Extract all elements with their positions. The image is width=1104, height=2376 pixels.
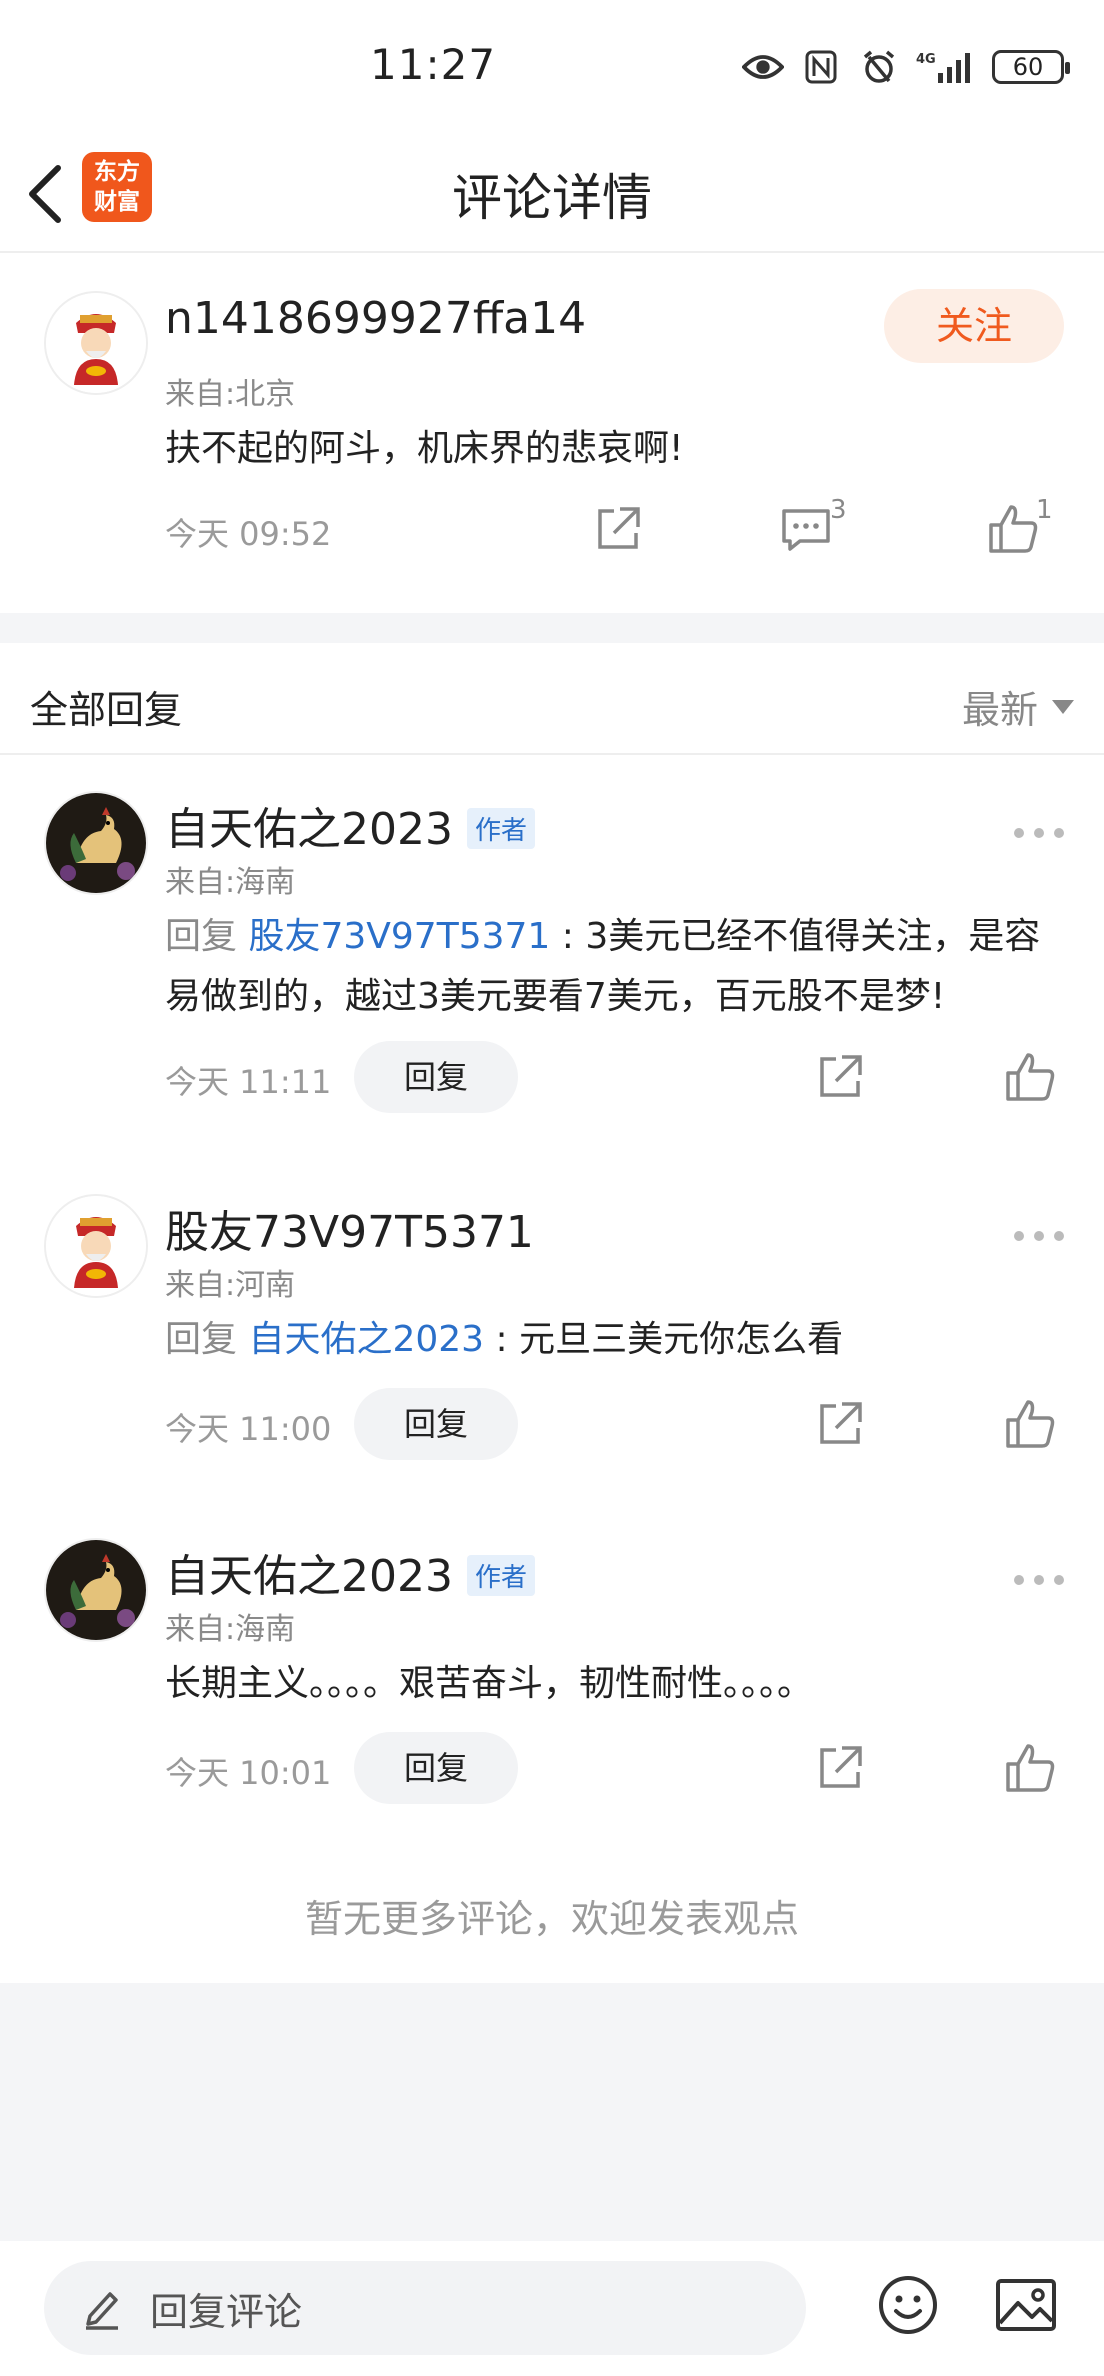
- rooster-avatar-icon: [46, 793, 146, 893]
- comment-count: 3: [830, 495, 847, 525]
- status-bar: 11:27 4G 60: [0, 0, 1104, 130]
- avatar[interactable]: [44, 1194, 148, 1298]
- content-line1: : 元旦三美元你怎么看: [484, 1319, 844, 1360]
- more-options-icon[interactable]: [1014, 1570, 1064, 1590]
- signal-4g-icon: 4G: [916, 47, 976, 87]
- mention-link[interactable]: 自天佑之2023: [248, 1319, 484, 1360]
- avatar[interactable]: [44, 291, 148, 395]
- username-text: 自天佑之2023: [165, 804, 453, 855]
- like-icon[interactable]: [1002, 1396, 1058, 1452]
- location: 来自:河南: [165, 1268, 296, 1303]
- author-badge: 作者: [466, 807, 535, 849]
- like-icon[interactable]: [1002, 1049, 1058, 1105]
- reply-item: 自天佑之2023 作者 来自:海南 长期主义。。。。艰苦奋斗，韧性耐性。。。。 今…: [0, 1504, 1104, 1844]
- reply-placeholder: 回复评论: [150, 2289, 303, 2334]
- no-more-comments: 暂无更多评论，欢迎发表观点: [304, 1897, 799, 1941]
- reply-content: 回复 股友73V97T5371 : 3美元已经不值得关注，是容 易做到的，越过3…: [165, 907, 1065, 1027]
- comment-content: 扶不起的阿斗，机床界的悲哀啊!: [165, 428, 684, 469]
- caishen-avatar-icon: [46, 1196, 146, 1296]
- status-icons: 4G 60: [742, 42, 1070, 92]
- avatar[interactable]: [44, 791, 148, 895]
- content-line1: : 3美元已经不值得关注，是容: [550, 916, 1041, 957]
- main-comment: n1418699927ffa14 来自:北京 关注 扶不起的阿斗，机床界的悲哀啊…: [0, 253, 1104, 613]
- location: 来自:海南: [165, 865, 296, 900]
- share-icon[interactable]: [812, 1396, 868, 1452]
- header: 东方 财富 评论详情: [0, 130, 1104, 253]
- network-label: 4G: [916, 52, 936, 67]
- location: 来自:海南: [165, 1612, 296, 1647]
- username-text: 自天佑之2023: [165, 1551, 453, 1602]
- alarm-icon: [858, 47, 900, 87]
- replies-header: 全部回复 最新: [0, 643, 1104, 755]
- like-icon[interactable]: [985, 501, 1041, 557]
- sort-label: 最新: [961, 688, 1038, 732]
- share-icon[interactable]: [812, 1049, 868, 1105]
- share-icon[interactable]: [590, 501, 646, 557]
- reply-input[interactable]: 回复评论: [44, 2261, 806, 2355]
- reply-prefix: 回复: [165, 916, 249, 957]
- bottom-bar: 回复评论: [0, 2241, 1104, 2376]
- like-icon[interactable]: [1002, 1740, 1058, 1796]
- pencil-icon: [86, 2292, 118, 2330]
- username[interactable]: 自天佑之2023 作者: [165, 1540, 535, 1604]
- replies-title: 全部回复: [30, 688, 183, 732]
- timestamp: 今天 10:01: [165, 1754, 332, 1792]
- section-divider: [0, 613, 1104, 643]
- more-options-icon[interactable]: [1014, 823, 1064, 843]
- timestamp: 今天 09:52: [165, 515, 332, 553]
- battery-indicator: 60: [992, 50, 1070, 84]
- sort-dropdown[interactable]: 最新: [962, 679, 1074, 734]
- reply-content: 长期主义。。。。艰苦奋斗，韧性耐性。。。。: [165, 1663, 814, 1704]
- emoji-icon[interactable]: [876, 2273, 940, 2337]
- comment-icon[interactable]: [778, 501, 834, 557]
- reply-button[interactable]: 回复: [354, 1732, 518, 1804]
- location: 来自:北京: [165, 377, 296, 412]
- reply-item: 股友73V97T5371 来自:河南 回复 自天佑之2023 : 元旦三美元你怎…: [0, 1160, 1104, 1500]
- username[interactable]: 自天佑之2023 作者: [165, 793, 535, 857]
- caret-down-icon: [1052, 699, 1074, 714]
- follow-button[interactable]: 关注: [884, 289, 1064, 363]
- page-title: 评论详情: [452, 169, 652, 227]
- nfc-icon: [800, 47, 842, 87]
- reply-item: 自天佑之2023 作者 来自:海南 回复 股友73V97T5371 : 3美元已经…: [0, 757, 1104, 1137]
- share-icon[interactable]: [812, 1740, 868, 1796]
- timestamp: 今天 11:00: [165, 1410, 332, 1448]
- image-icon[interactable]: [994, 2273, 1058, 2337]
- reply-button[interactable]: 回复: [354, 1041, 518, 1113]
- reply-button[interactable]: 回复: [354, 1388, 518, 1460]
- like-count: 1: [1036, 495, 1053, 525]
- caishen-avatar-icon: [46, 293, 146, 393]
- content-line2: 易做到的，越过3美元要看7美元，百元股不是梦!: [165, 976, 946, 1017]
- status-time: 11:27: [370, 40, 497, 89]
- username[interactable]: 股友73V97T5371: [165, 1196, 534, 1260]
- reply-prefix: 回复: [165, 1319, 249, 1360]
- empty-area: [0, 1983, 1104, 2241]
- eye-icon: [742, 47, 784, 87]
- avatar[interactable]: [44, 1538, 148, 1642]
- mention-link[interactable]: 股友73V97T5371: [248, 916, 550, 957]
- username[interactable]: n1418699927ffa14: [165, 293, 586, 344]
- timestamp: 今天 11:11: [165, 1063, 332, 1101]
- more-options-icon[interactable]: [1014, 1226, 1064, 1246]
- rooster-avatar-icon: [46, 1540, 146, 1640]
- author-badge: 作者: [466, 1554, 535, 1596]
- reply-content: 回复 自天佑之2023 : 元旦三美元你怎么看: [165, 1310, 1065, 1370]
